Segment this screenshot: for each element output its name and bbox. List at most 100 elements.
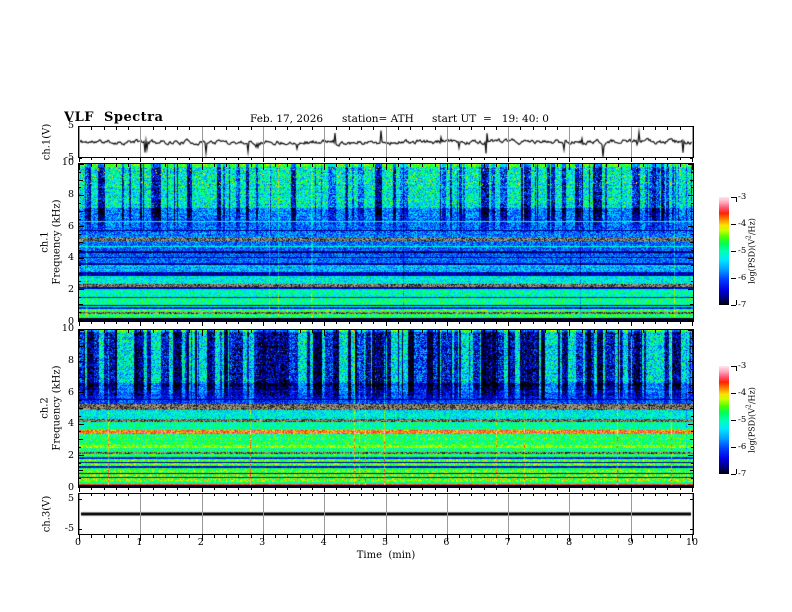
- x-tick: [544, 164, 546, 167]
- x-tick: [103, 535, 105, 538]
- x-tick: [275, 535, 277, 538]
- x-tick: [434, 494, 436, 496]
- x-tick: [324, 322, 326, 326]
- y-tick: [691, 296, 693, 298]
- x-tick: [459, 535, 461, 538]
- x-tick: [557, 164, 559, 167]
- x-tick-label: 2: [197, 537, 204, 548]
- x-tick: [520, 330, 522, 333]
- x-tick: [324, 488, 326, 492]
- x-tick: [434, 330, 436, 333]
- x-tick: [287, 127, 289, 130]
- x-tick: [606, 158, 608, 160]
- x-tick: [655, 494, 657, 496]
- x-tick: [508, 158, 510, 162]
- x-tick: [434, 322, 436, 324]
- x-tick: [164, 535, 166, 538]
- x-tick: [630, 322, 632, 326]
- x-tick: [91, 330, 93, 333]
- x-tick: [446, 330, 448, 336]
- y-tick: [689, 470, 693, 472]
- x-tick: [569, 158, 571, 162]
- x-tick: [520, 535, 522, 538]
- colorbar-gradient: [719, 366, 729, 474]
- x-tick: [164, 330, 166, 333]
- x-tick: [360, 322, 362, 324]
- x-tick: [250, 322, 252, 324]
- x-tick: [667, 488, 669, 490]
- x-tick-label: 9: [627, 537, 634, 548]
- y-tick-label: 2: [67, 450, 74, 462]
- x-tick: [201, 330, 203, 336]
- x-tick: [115, 158, 117, 160]
- y-tick: [691, 249, 693, 251]
- colorbar-tick: [731, 278, 736, 279]
- x-tick: [422, 488, 424, 490]
- colorbar-tick: [731, 305, 736, 306]
- x-tick: [544, 158, 546, 160]
- colorbar-tick: [731, 393, 736, 394]
- y-tick: [690, 158, 693, 159]
- x-tick: [642, 488, 644, 490]
- y-tick: [79, 392, 84, 394]
- x-tick: [569, 488, 571, 492]
- y-tick: [79, 337, 81, 339]
- x-tick: [667, 535, 669, 538]
- x-tick: [177, 535, 179, 538]
- x-tick: [446, 488, 448, 492]
- x-tick: [152, 158, 154, 160]
- x-tick: [581, 535, 583, 538]
- x-tick: [581, 127, 583, 130]
- x-tick: [128, 330, 130, 333]
- y-tick: [79, 423, 84, 425]
- y-tick: [79, 265, 81, 267]
- x-tick: [91, 164, 93, 167]
- x-tick: [642, 330, 644, 333]
- x-tick: [410, 158, 412, 160]
- x-tick: [201, 322, 203, 326]
- x-tick: [606, 164, 608, 167]
- colorbar-tick-label: -7: [738, 469, 747, 479]
- colorbar-axis-stub: [736, 469, 737, 474]
- y-tick: [79, 361, 84, 363]
- x-tick: [630, 330, 632, 336]
- x-tick: [410, 535, 412, 538]
- x-tick: [532, 330, 534, 333]
- x-tick: [679, 164, 681, 167]
- x-tick: [238, 158, 240, 160]
- x-tick: [667, 330, 669, 333]
- x-tick: [201, 164, 203, 170]
- x-tick: [115, 164, 117, 167]
- y-tick: [688, 361, 693, 363]
- colorbar-tick-label: -3: [738, 361, 747, 371]
- x-tick: [606, 535, 608, 538]
- colorbar-axis-stub: [736, 366, 737, 371]
- x-tick: [655, 488, 657, 490]
- x-tick: [410, 330, 412, 333]
- x-tick: [324, 164, 326, 170]
- x-tick: [618, 164, 620, 167]
- x-tick: [213, 494, 215, 496]
- x-tick: [324, 158, 326, 162]
- y-tick: [79, 171, 81, 173]
- x-tick: [360, 164, 362, 167]
- x-tick: [79, 488, 80, 492]
- y-tick: [688, 423, 693, 425]
- minute-gridline: [262, 127, 264, 157]
- y-tick: [690, 499, 693, 500]
- x-tick: [422, 330, 424, 333]
- x-tick: [152, 127, 154, 130]
- x-tick: [410, 164, 412, 167]
- y-tick: [79, 203, 81, 204]
- y-tick-label: 8: [67, 354, 74, 366]
- x-tick: [520, 322, 522, 324]
- x-tick: [618, 330, 620, 333]
- x-tick: [177, 330, 179, 333]
- x-tick: [483, 127, 485, 130]
- minute-gridline: [385, 494, 387, 534]
- x-tick: [397, 127, 399, 130]
- x-tick: [189, 488, 191, 490]
- y-tick: [79, 353, 81, 355]
- x-tick: [91, 535, 93, 538]
- x-tick: [311, 164, 313, 167]
